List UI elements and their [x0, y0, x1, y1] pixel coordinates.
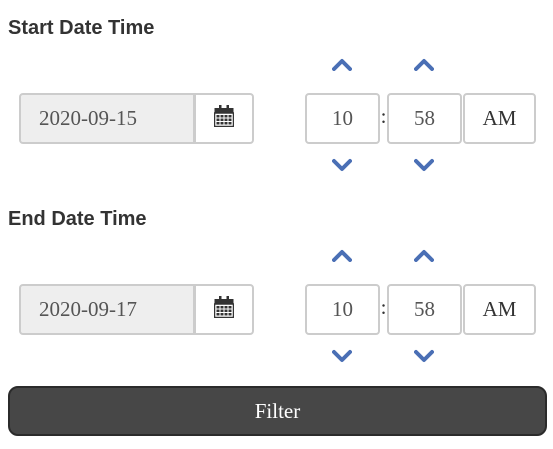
filter-button[interactable]: Filter — [8, 386, 547, 436]
start-ampm-toggle[interactable]: AM — [463, 93, 536, 144]
end-date-input[interactable]: 2020-09-17 — [19, 284, 194, 335]
start-date-input[interactable]: 2020-09-15 — [19, 93, 194, 144]
start-minute-decrement[interactable] — [412, 156, 436, 174]
end-date-picker: 2020-09-17 — [19, 284, 254, 335]
end-date-time-title: End Date Time — [8, 208, 147, 230]
end-minute-input[interactable]: 58 — [387, 284, 462, 335]
chevron-down-icon — [332, 158, 352, 172]
end-hour-decrement[interactable] — [330, 347, 354, 365]
chevron-down-icon — [332, 349, 352, 363]
start-minute-input[interactable]: 58 — [387, 93, 462, 144]
chevron-up-icon — [414, 57, 434, 71]
end-ampm-toggle[interactable]: AM — [463, 284, 536, 335]
start-date-picker: 2020-09-15 — [19, 93, 254, 144]
date-time-filter-panel: Start Date Time 2020-09-15 10: 58 AM En… — [0, 0, 553, 449]
chevron-up-icon — [332, 248, 352, 262]
start-hour-increment[interactable] — [330, 55, 354, 73]
start-date-time-title: Start Date Time — [8, 17, 155, 39]
calendar-icon — [213, 296, 235, 323]
end-minute-decrement[interactable] — [412, 347, 436, 365]
start-minute-increment[interactable] — [412, 55, 436, 73]
chevron-down-icon — [414, 349, 434, 363]
calendar-icon — [213, 105, 235, 132]
chevron-down-icon — [414, 158, 434, 172]
end-calendar-button[interactable] — [194, 284, 254, 335]
start-calendar-button[interactable] — [194, 93, 254, 144]
chevron-up-icon — [414, 248, 434, 262]
end-hour-increment[interactable] — [330, 246, 354, 264]
start-hour-decrement[interactable] — [330, 156, 354, 174]
end-hour-input[interactable]: 10 — [305, 284, 380, 335]
chevron-up-icon — [332, 57, 352, 71]
end-minute-increment[interactable] — [412, 246, 436, 264]
start-hour-input[interactable]: 10 — [305, 93, 380, 144]
